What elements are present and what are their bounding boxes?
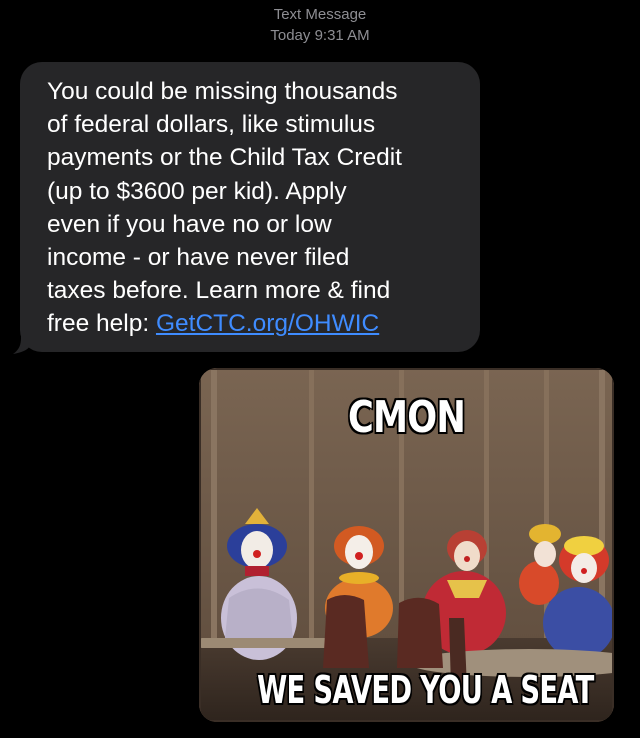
message-line: even if you have no or low (47, 210, 332, 238)
message-line: of federal dollars, like stimulus (47, 111, 376, 139)
message-line: payments or the Child Tax Credit (47, 144, 402, 172)
conversation-header: Text Message Today 9:31 AM (0, 4, 640, 46)
received-message-bubble[interactable]: You could be missing thousands of federa… (13, 62, 480, 354)
message-line: taxes before. Learn more & find (47, 277, 391, 305)
message-timestamp: Today 9:31 AM (270, 27, 370, 44)
meme-top-caption: CMON (347, 391, 466, 444)
message-line: income - or have never filed (47, 244, 350, 272)
message-service-label: Text Message (273, 6, 367, 23)
message-link[interactable]: GetCTC.org/OHWIC (156, 310, 379, 337)
message-line-last: free help: GetCTC.org/OHWIC (47, 307, 466, 340)
meme-bottom-caption: WE SAVED YOU A SEAT (256, 667, 595, 713)
meme-image[interactable]: CMON WE SAVED YOU A SEAT (199, 368, 614, 722)
message-line-prefix: free help: (47, 310, 156, 338)
message-line: You could be missing thousands (47, 78, 398, 105)
message-line: (up to $3600 per kid). Apply (47, 177, 347, 205)
bubble-tail (13, 328, 31, 354)
